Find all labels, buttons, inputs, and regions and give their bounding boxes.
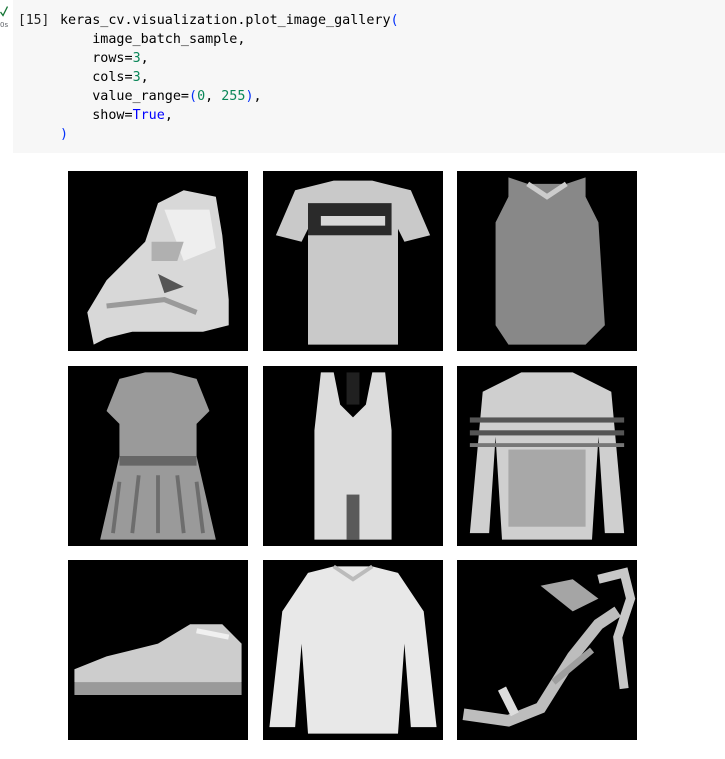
code-cell[interactable]: [15] keras_cv.visualization.plot_image_g… — [13, 0, 725, 153]
code-editor[interactable]: keras_cv.visualization.plot_image_galler… — [60, 11, 399, 144]
code-line-7: ) — [60, 127, 69, 142]
code-line-6: show=True, — [60, 108, 173, 123]
gallery-image-pullover-striped — [457, 366, 637, 546]
code-line-1: keras_cv.visualization.plot_image_galler… — [60, 13, 399, 28]
run-success-check-icon[interactable] — [0, 6, 8, 17]
gallery-image-sandal — [457, 560, 637, 740]
execution-count: [15] — [18, 13, 50, 28]
code-line-3: rows=3, — [60, 51, 149, 66]
image-gallery-output — [68, 171, 637, 741]
gallery-image-t-shirt — [263, 171, 443, 351]
gallery-image-sneaker — [68, 560, 248, 740]
code-line-4: cols=3, — [60, 70, 149, 85]
gallery-image-tank-top — [457, 171, 637, 351]
gallery-image-sleeveless-top — [263, 366, 443, 546]
gallery-image-ankle-boot — [68, 171, 248, 351]
gallery-image-pullover — [263, 560, 443, 740]
code-line-5: value_range=(0, 255), — [60, 89, 262, 104]
cell-gutter: 0s — [0, 0, 14, 40]
code-line-2: image_batch_sample, — [60, 32, 246, 47]
run-time-label: 0s — [0, 21, 9, 29]
gallery-image-dress — [68, 366, 248, 546]
